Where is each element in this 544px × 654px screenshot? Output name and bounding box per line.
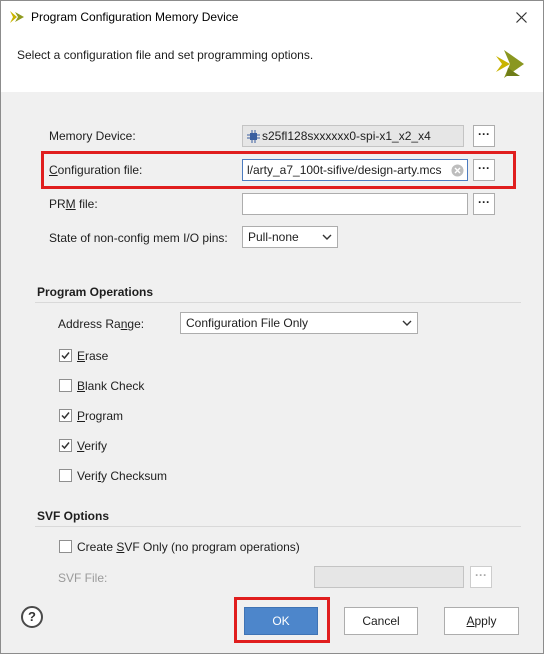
close-icon (515, 11, 527, 23)
verify-checksum-label[interactable]: Verify Checksum (77, 469, 167, 483)
apply-button[interactable]: Apply (444, 607, 519, 635)
svf-file-browse-button: ··· (470, 566, 492, 588)
blank-check-label[interactable]: Blank Check (77, 379, 144, 393)
help-button[interactable]: ? (21, 606, 43, 628)
memory-device-browse-button[interactable]: ··· (473, 125, 495, 147)
io-state-value: Pull-none (248, 230, 299, 244)
create-svf-checkbox[interactable] (59, 540, 72, 553)
program-operations-divider (35, 302, 521, 303)
memory-device-field: s25fl128sxxxxxx0-spi-x1_x2_x4 (242, 125, 464, 147)
vivado-logo-icon (10, 11, 24, 23)
verify-checkbox[interactable] (59, 439, 72, 452)
address-range-select[interactable]: Configuration File Only (180, 312, 418, 334)
program-operations-title: Program Operations (37, 285, 154, 299)
program-checkbox[interactable] (59, 409, 72, 422)
header-band: Select a configuration file and set prog… (1, 33, 543, 92)
svf-file-input (314, 566, 464, 588)
cancel-button[interactable]: Cancel (344, 607, 418, 635)
prm-file-label: PRM file: (49, 197, 98, 211)
dialog-window: Program Configuration Memory Device Sele… (0, 0, 544, 654)
checkmark-icon (61, 442, 70, 450)
address-range-label: Address Range: (58, 317, 145, 331)
io-state-label: State of non-config mem I/O pins: (49, 231, 228, 245)
chevron-down-icon (402, 320, 412, 326)
checkmark-icon (61, 352, 70, 360)
config-file-value: l/arty_a7_100t-sifive/design-arty.mcs (247, 163, 442, 177)
erase-checkbox[interactable] (59, 349, 72, 362)
config-file-input[interactable]: l/arty_a7_100t-sifive/design-arty.mcs (242, 159, 468, 181)
window-title: Program Configuration Memory Device (31, 10, 239, 24)
ok-button[interactable]: OK (244, 607, 318, 635)
dialog-description: Select a configuration file and set prog… (17, 48, 314, 62)
config-file-label: Configuration file: (49, 163, 143, 177)
config-file-browse-button[interactable]: ··· (473, 159, 495, 181)
blank-check-checkbox[interactable] (59, 379, 72, 392)
chip-icon (247, 130, 260, 143)
svf-file-label: SVF File: (58, 571, 108, 585)
io-state-select[interactable]: Pull-none (242, 226, 338, 248)
close-button[interactable] (499, 1, 543, 33)
program-label[interactable]: Program (77, 409, 123, 423)
title-bar: Program Configuration Memory Device (1, 1, 543, 33)
svf-options-divider (35, 526, 521, 527)
create-svf-label[interactable]: Create SVF Only (no program operations) (77, 540, 300, 554)
prm-file-input[interactable] (242, 193, 468, 215)
address-range-value: Configuration File Only (186, 316, 309, 330)
form-section: Memory Device: s25fl128sxxxxxx0-spi-x1_x… (1, 92, 543, 607)
prm-file-browse-button[interactable]: ··· (473, 193, 495, 215)
chevron-down-icon (322, 234, 332, 240)
svf-options-title: SVF Options (37, 509, 109, 523)
clear-icon[interactable] (451, 164, 464, 177)
vivado-brand-icon (496, 50, 524, 78)
checkmark-icon (61, 412, 70, 420)
erase-label[interactable]: Erase (77, 349, 108, 363)
memory-device-label: Memory Device: (49, 129, 136, 143)
verify-label[interactable]: Verify (77, 439, 107, 453)
dialog-content: Select a configuration file and set prog… (1, 33, 543, 653)
memory-device-value: s25fl128sxxxxxx0-spi-x1_x2_x4 (262, 129, 431, 143)
verify-checksum-checkbox[interactable] (59, 469, 72, 482)
